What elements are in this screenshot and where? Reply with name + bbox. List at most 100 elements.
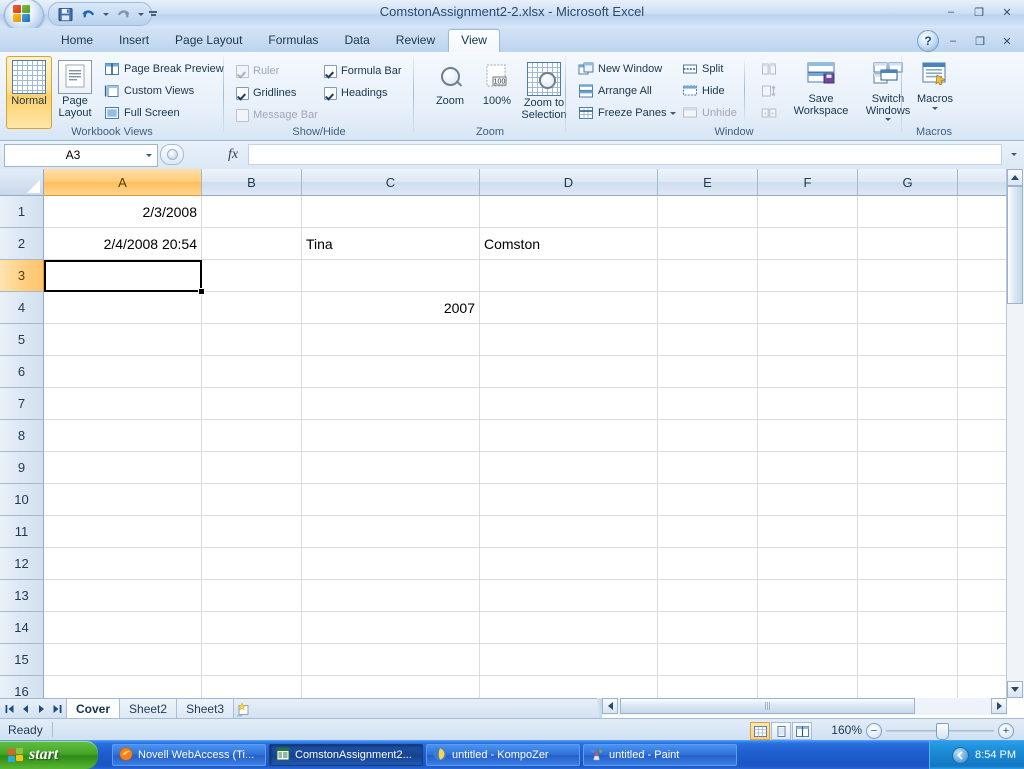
cell-E4[interactable] [658, 292, 758, 324]
status-page-layout-view-button[interactable] [771, 722, 791, 740]
synchronous-scrolling-button[interactable] [752, 80, 786, 102]
cell-C1[interactable] [302, 196, 480, 228]
cell-A16[interactable] [44, 676, 202, 698]
start-button[interactable]: start [0, 741, 98, 769]
unhide-window-button[interactable]: Unhide [678, 102, 741, 124]
cell-D12[interactable] [480, 548, 658, 580]
zoom-out-button[interactable]: − [866, 723, 882, 739]
cell-E3[interactable] [658, 260, 758, 292]
cell-E14[interactable] [658, 612, 758, 644]
cell-C11[interactable] [302, 516, 480, 548]
vertical-scrollbar[interactable] [1006, 169, 1024, 698]
cell-D9[interactable] [480, 452, 658, 484]
column-header-E[interactable]: E [658, 169, 758, 196]
cell-C9[interactable] [302, 452, 480, 484]
custom-views-button[interactable]: Custom Views [100, 80, 198, 102]
cell-G10[interactable] [858, 484, 958, 516]
vertical-scroll-thumb[interactable] [1007, 186, 1023, 304]
minimize-button[interactable]: – [938, 3, 964, 21]
zoom-slider[interactable]: − + [866, 722, 1014, 738]
insert-function-button[interactable]: fx [222, 145, 244, 164]
cell-A4[interactable] [44, 292, 202, 324]
cell-B11[interactable] [202, 516, 302, 548]
cell-B15[interactable] [202, 644, 302, 676]
cell-E2[interactable] [658, 228, 758, 260]
cell-E16[interactable] [658, 676, 758, 698]
cell-E8[interactable] [658, 420, 758, 452]
cell-A13[interactable] [44, 580, 202, 612]
cell-B7[interactable] [202, 388, 302, 420]
page-layout-view-button[interactable]: Page Layout [52, 56, 98, 129]
macros-dropdown-icon[interactable] [932, 107, 938, 110]
cell-A5[interactable] [44, 324, 202, 356]
switch-windows-dropdown-icon[interactable] [885, 118, 891, 121]
cell-F6[interactable] [758, 356, 858, 388]
cell-C16[interactable] [302, 676, 480, 698]
cell-C12[interactable] [302, 548, 480, 580]
row-header-16[interactable]: 16 [0, 676, 44, 698]
cell-G1[interactable] [858, 196, 958, 228]
cell-F10[interactable] [758, 484, 858, 516]
ruler-checkbox[interactable]: Ruler [232, 60, 283, 82]
cell-B8[interactable] [202, 420, 302, 452]
cell-B3[interactable] [202, 260, 302, 292]
cell-A2[interactable]: 2/4/2008 20:54 [44, 228, 202, 260]
cell-G13[interactable] [858, 580, 958, 612]
cell-G9[interactable] [858, 452, 958, 484]
cell-B1[interactable] [202, 196, 302, 228]
row-header-2[interactable]: 2 [0, 228, 44, 260]
document-minimize-button[interactable]: – [940, 32, 966, 50]
macros-button[interactable]: Macros [910, 56, 960, 131]
tab-review[interactable]: Review [383, 29, 448, 52]
zoom-button[interactable]: Zoom [424, 58, 476, 127]
row-header-5[interactable]: 5 [0, 324, 44, 356]
tab-page-layout[interactable]: Page Layout [162, 29, 255, 52]
cell-A9[interactable] [44, 452, 202, 484]
freeze-panes-button[interactable]: Freeze Panes [574, 102, 680, 124]
cell-G14[interactable] [858, 612, 958, 644]
cell-F12[interactable] [758, 548, 858, 580]
row-header-7[interactable]: 7 [0, 388, 44, 420]
cell-D15[interactable] [480, 644, 658, 676]
insert-function-toggle[interactable] [160, 144, 184, 165]
cell-D6[interactable] [480, 356, 658, 388]
cell-C8[interactable] [302, 420, 480, 452]
cell-B12[interactable] [202, 548, 302, 580]
cell-F11[interactable] [758, 516, 858, 548]
column-header-F[interactable]: F [758, 169, 858, 196]
zoom-slider-thumb[interactable] [936, 723, 949, 740]
reset-window-position-button[interactable]: + + [752, 102, 786, 124]
cell-F4[interactable] [758, 292, 858, 324]
row-header-9[interactable]: 9 [0, 452, 44, 484]
hide-window-button[interactable]: Hide [678, 80, 729, 102]
cell-F2[interactable] [758, 228, 858, 260]
sheet-tab-cover[interactable]: Cover [66, 699, 120, 720]
document-close-button[interactable]: ✕ [994, 32, 1020, 50]
cell-G11[interactable] [858, 516, 958, 548]
scroll-right-button[interactable] [991, 698, 1007, 714]
cell-E6[interactable] [658, 356, 758, 388]
cell-A3[interactable] [44, 260, 202, 292]
document-restore-button[interactable]: ❐ [967, 32, 993, 50]
taskbar-item-paint[interactable]: untitled - Paint [583, 744, 737, 766]
view-side-by-side-button[interactable] [752, 58, 786, 80]
previous-sheet-button[interactable] [18, 701, 33, 717]
restore-button[interactable]: ❐ [966, 3, 992, 21]
cell-D8[interactable] [480, 420, 658, 452]
zoom-in-button[interactable]: + [998, 723, 1014, 739]
cell-B9[interactable] [202, 452, 302, 484]
cell-D7[interactable] [480, 388, 658, 420]
row-header-11[interactable]: 11 [0, 516, 44, 548]
help-icon[interactable]: ? [917, 30, 939, 52]
taskbar-item-comston-assignment[interactable]: ComstonAssignment2... [269, 744, 423, 766]
column-header-A[interactable]: A [44, 169, 202, 196]
normal-view-button[interactable]: Normal [6, 56, 52, 129]
cell-D3[interactable] [480, 260, 658, 292]
cell-A7[interactable] [44, 388, 202, 420]
cell-G2[interactable] [858, 228, 958, 260]
freeze-panes-dropdown-icon[interactable] [670, 112, 676, 115]
cell-G16[interactable] [858, 676, 958, 698]
sheet-tab-sheet3[interactable]: Sheet3 [176, 699, 234, 720]
expand-formula-bar-icon[interactable] [1006, 145, 1022, 164]
cell-G8[interactable] [858, 420, 958, 452]
